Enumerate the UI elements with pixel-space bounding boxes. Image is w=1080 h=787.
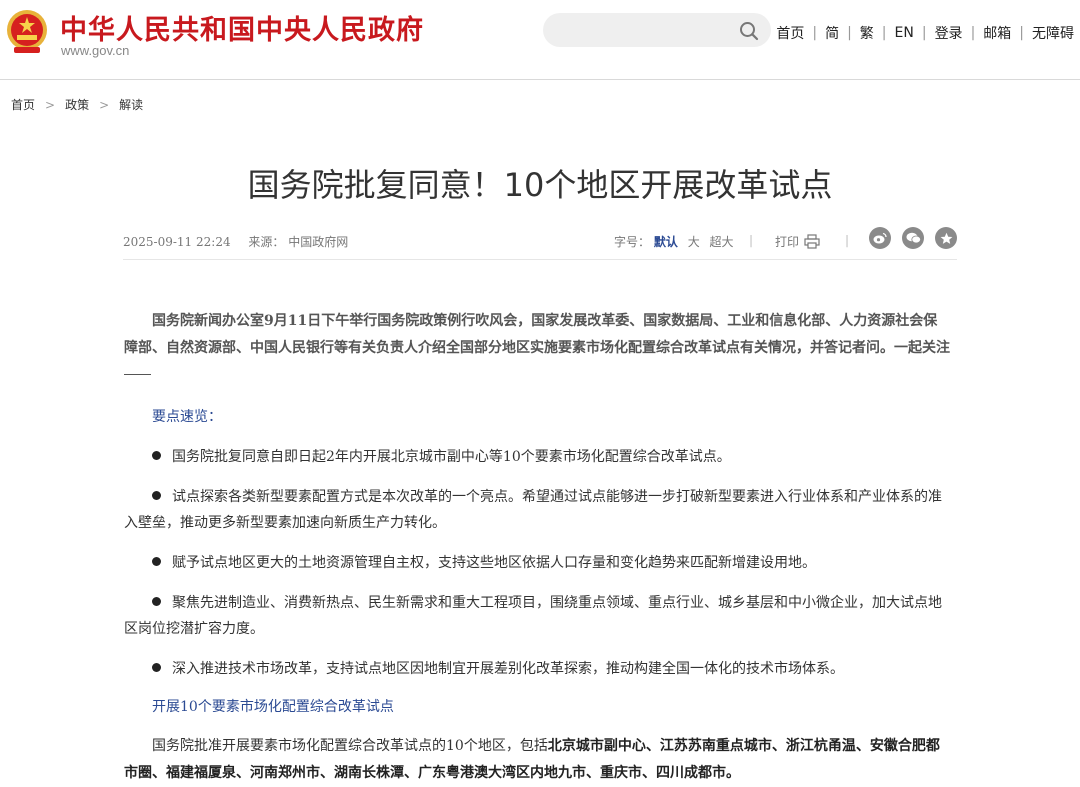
- list-item: 试点探索各类新型要素配置方式是本次改革的一个亮点。希望通过试点能够进一步打破新型…: [124, 489, 942, 531]
- nav-english[interactable]: EN: [895, 25, 914, 41]
- article-body: 国务院新闻办公室9月11日下午举行国务院政策例行吹风会，国家发展改革委、国家数据…: [124, 308, 950, 787]
- list-item: 聚焦先进制造业、消费新热点、民生新需求和重大工程项目，围绕重点领域、重点行业、城…: [124, 595, 942, 637]
- breadcrumb-interpretation[interactable]: 解读: [119, 96, 143, 113]
- bullet-icon: [152, 451, 161, 460]
- lead-rule: [124, 374, 151, 375]
- breadcrumb-home[interactable]: 首页: [11, 96, 35, 113]
- nav-traditional[interactable]: 繁: [860, 23, 874, 43]
- nav-mailbox[interactable]: 邮箱: [983, 23, 1011, 43]
- list-item: 国务院批复同意自即日起2年内开展北京城市副中心等10个要素市场化配置综合改革试点…: [124, 444, 950, 470]
- breadcrumb: 首页 > 政策 > 解读: [11, 96, 143, 113]
- font-size-default[interactable]: 默认: [654, 235, 678, 249]
- search-icon[interactable]: [739, 21, 759, 41]
- bullet-icon: [152, 557, 161, 566]
- nav-login[interactable]: 登录: [935, 23, 963, 43]
- publish-date: 2025-09-11 22:24: [123, 235, 231, 249]
- font-size-label: 字号：: [614, 235, 651, 249]
- search-box: [543, 13, 771, 47]
- chevron-right-icon: >: [45, 97, 56, 112]
- bullet-icon: [152, 597, 161, 606]
- wechat-icon[interactable]: [902, 227, 924, 249]
- article-meta: 2025-09-11 22:24 来源： 中国政府网 字号： 默认 大 超大 |…: [123, 227, 957, 260]
- font-size-xlarge[interactable]: 超大: [710, 235, 734, 249]
- favorite-icon[interactable]: [935, 227, 957, 249]
- section-heading: 开展10个要素市场化配置综合改革试点: [152, 699, 394, 715]
- chevron-right-icon: >: [99, 97, 110, 112]
- source-name[interactable]: 中国政府网: [288, 235, 348, 249]
- article-title: 国务院批复同意！10个地区开展改革试点: [247, 166, 833, 204]
- nav-simplified[interactable]: 简: [825, 23, 839, 43]
- breadcrumb-policy[interactable]: 政策: [65, 96, 89, 113]
- bullet-icon: [152, 663, 161, 672]
- list-item: 赋予试点地区更大的土地资源管理自主权，支持这些地区依据人口存量和变化趋势来匹配新…: [124, 550, 950, 576]
- share-buttons: [869, 227, 968, 249]
- lead-paragraph: 国务院新闻办公室9月11日下午举行国务院政策例行吹风会，国家发展改革委、国家数据…: [124, 313, 950, 356]
- nav-home[interactable]: 首页: [776, 23, 804, 43]
- top-nav: 首页 | 简 | 繁 | EN | 登录 | 邮箱 | 无障碍: [776, 23, 1074, 43]
- source-label: 来源：: [248, 235, 285, 249]
- print-label: 打印: [775, 235, 800, 249]
- font-size-large[interactable]: 大: [688, 235, 700, 249]
- list-item: 深入推进技术市场改革，支持试点地区因地制宜开展差别化改革探索，推动构建全国一体化…: [124, 656, 950, 682]
- bullet-icon: [152, 491, 161, 500]
- site-title[interactable]: 中华人民共和国中央人民政府: [60, 8, 424, 47]
- font-size-switcher: 字号： 默认 大 超大: [614, 233, 740, 250]
- weibo-icon[interactable]: [869, 227, 891, 249]
- site-domain: www.gov.cn: [61, 43, 130, 58]
- summary-heading: 要点速览：: [152, 409, 222, 425]
- search-input[interactable]: [543, 13, 739, 47]
- print-icon: [804, 234, 820, 249]
- divider: |: [749, 233, 754, 247]
- nav-accessibility[interactable]: 无障碍: [1032, 23, 1074, 43]
- national-emblem-icon[interactable]: [6, 9, 48, 55]
- body-paragraph: 国务院批准开展要素市场化配置综合改革试点的10个地区，包括北京城市副中心、江苏苏…: [124, 738, 940, 781]
- site-header: 中华人民共和国中央人民政府 www.gov.cn 首页 | 简 | 繁 | EN | 登…: [0, 0, 1080, 80]
- divider: |: [845, 233, 850, 247]
- print-button[interactable]: 打印: [775, 233, 820, 250]
